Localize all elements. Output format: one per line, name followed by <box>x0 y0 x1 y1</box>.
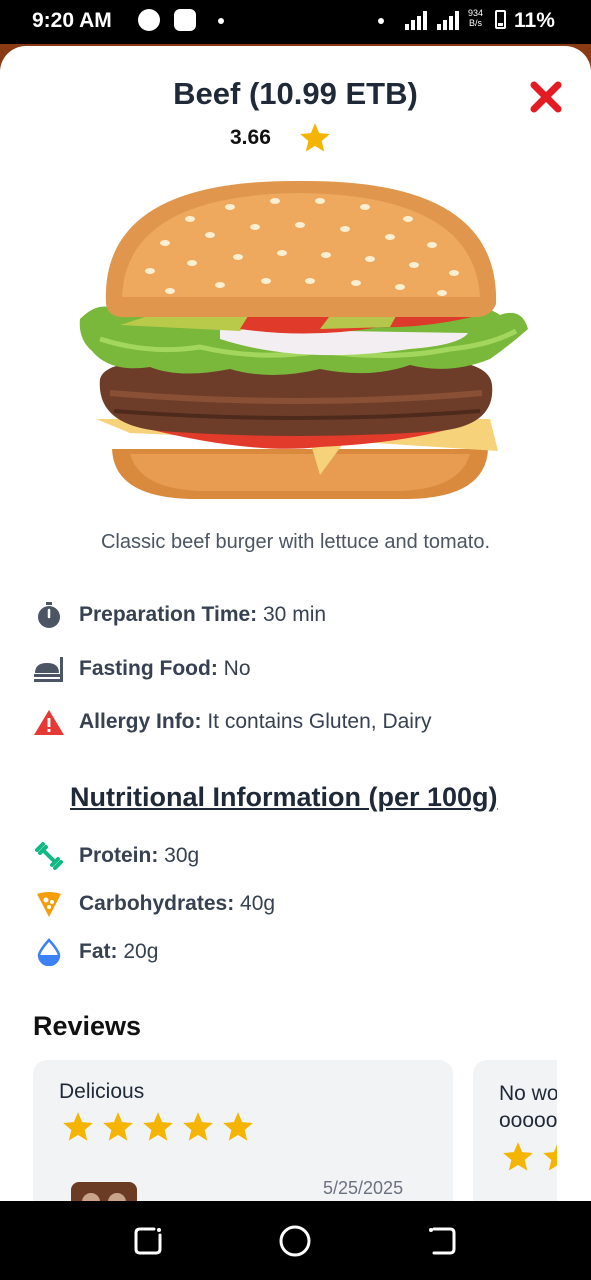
drop-icon <box>32 937 66 967</box>
allergy-info-row: Allergy Info: It contains Gluten, Dairy <box>32 707 431 737</box>
star-icon <box>183 1112 213 1141</box>
battery-percent: 11% <box>514 9 555 32</box>
scroll-edge <box>557 1046 591 1201</box>
stopwatch-icon <box>32 600 66 630</box>
dish-description: Classic beef burger with lettuce and tom… <box>100 531 491 553</box>
fasting-food-row: Fasting Food: No <box>32 654 251 684</box>
home-icon[interactable] <box>277 1223 313 1259</box>
review-date: 5/25/2025 <box>323 1178 404 1198</box>
preparation-time-row: Preparation Time: 30 min <box>32 600 326 630</box>
nutrition-heading: Nutritional Information (per 100g) <box>70 782 498 812</box>
navigation-bar <box>0 1201 591 1280</box>
avatar <box>71 1182 137 1201</box>
food-tray-icon <box>32 654 66 684</box>
reviews-heading: Reviews <box>33 1011 142 1041</box>
review-stars <box>61 1110 255 1144</box>
close-icon[interactable] <box>528 79 564 115</box>
rating-value: 3.66 <box>230 126 271 149</box>
signal-2-icon <box>437 10 461 30</box>
carbohydrates-row: Carbohydrates: 40g <box>32 889 275 919</box>
dish-image <box>79 180 528 499</box>
fat-row: Fat: 20g <box>32 937 158 967</box>
review-card[interactable]: Delicious 5/25/2025 <box>33 1060 453 1201</box>
signal-icon <box>405 10 429 30</box>
detail-text: Fasting Food: No <box>79 657 251 680</box>
detail-text: Preparation Time: 30 min <box>79 603 327 626</box>
star-icon <box>143 1112 173 1141</box>
shop-notification-icon <box>174 9 196 31</box>
battery-icon <box>495 10 506 29</box>
notification-dot-icon <box>218 18 224 24</box>
star-icon <box>63 1112 93 1141</box>
status-dot-icon <box>378 18 384 24</box>
app-notification-icon <box>138 9 160 31</box>
star-icon <box>223 1112 253 1141</box>
status-bar: 9:20 AM 934 B/s 11% <box>0 0 591 44</box>
review-title: Delicious <box>59 1080 145 1103</box>
warning-icon <box>32 707 66 737</box>
protein-row: Protein: 30g <box>32 841 199 871</box>
detail-text: Allergy Info: It contains Gluten, Dairy <box>79 710 432 733</box>
nutrition-text: Fat: 20g <box>79 940 159 963</box>
pizza-slice-icon <box>32 889 66 919</box>
review-title: No wo ooooo <box>499 1082 559 1132</box>
back-icon[interactable] <box>424 1223 460 1259</box>
star-icon <box>103 1112 133 1141</box>
star-icon <box>300 123 330 152</box>
star-icon <box>503 1142 533 1171</box>
nutrition-text: Carbohydrates: 40g <box>79 892 276 915</box>
dumbbell-icon <box>32 841 66 871</box>
status-time: 9:20 AM <box>32 9 112 32</box>
dish-title: Beef (10.99 ETB) <box>173 76 418 111</box>
dish-detail-sheet: Beef (10.99 ETB) 3.66 Classic beef burge… <box>0 46 591 1201</box>
nutrition-text: Protein: 30g <box>79 844 200 867</box>
recent-apps-icon[interactable] <box>130 1223 166 1259</box>
network-speed: 934 B/s <box>468 8 484 28</box>
